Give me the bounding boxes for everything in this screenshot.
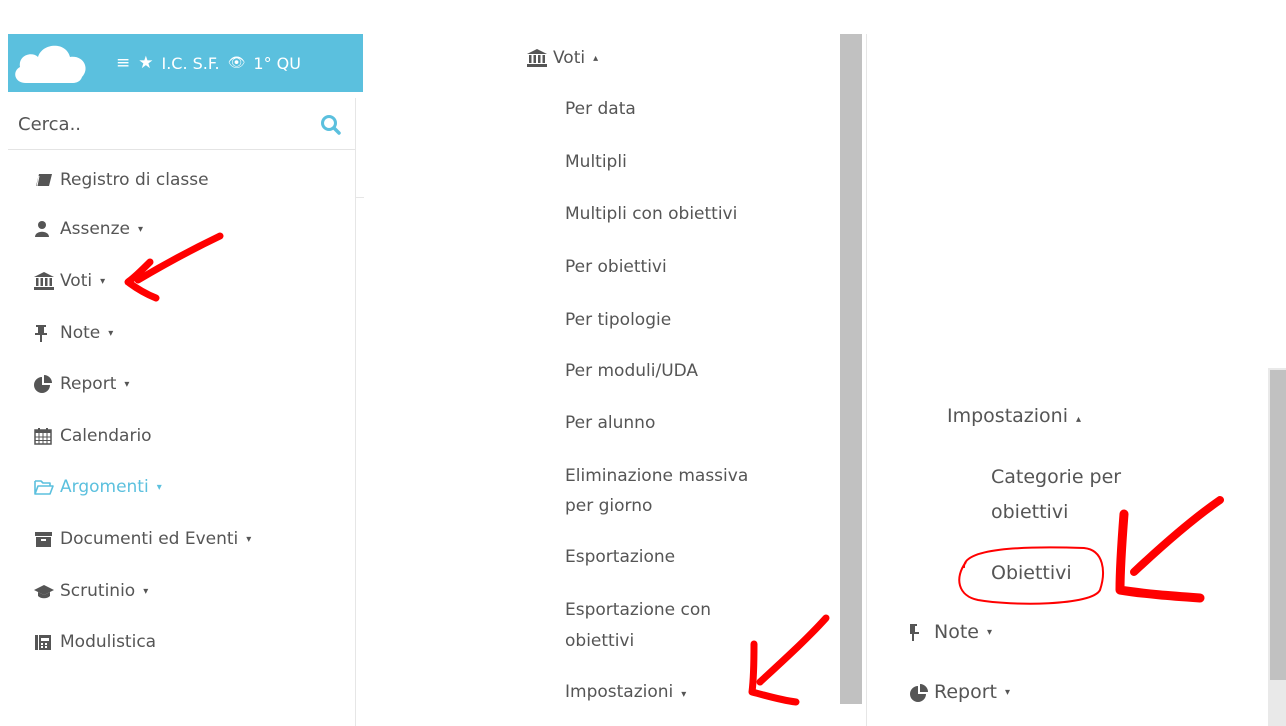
star-icon[interactable]: ★ — [138, 53, 153, 73]
sidebar-item-registro[interactable]: Registro di classe — [34, 165, 209, 195]
eye-icon[interactable]: 👁 — [228, 55, 246, 71]
submenu-item-impostazioni[interactable]: Impostazioni ▾ — [565, 676, 686, 711]
pin-icon — [35, 325, 47, 342]
sidebar-item-label: Calendario — [60, 426, 152, 446]
submenu-item-categorie-line2[interactable]: obiettivi — [991, 494, 1068, 530]
sidebar-item-label: Report — [934, 681, 997, 703]
sidebar-item-argomenti[interactable]: Argomenti ▾ — [34, 472, 162, 502]
sidebar-item-label: Modulistica — [60, 632, 157, 652]
sidebar-divider — [355, 98, 356, 726]
sidebar-item-label: Registro di classe — [60, 170, 209, 190]
submenu-item-multipli-obiettivi[interactable]: Multipli con obiettivi — [565, 198, 737, 230]
scrollbar-thumb[interactable] — [840, 34, 862, 704]
hamburger-menu-icon[interactable]: ≡ — [116, 53, 130, 73]
submenu-item-per-data[interactable]: Per data — [565, 93, 636, 125]
sidebar-item-report[interactable]: Report ▾ — [34, 369, 129, 399]
sidebar-item-note[interactable]: Note ▾ — [910, 616, 992, 648]
caret-down-icon: ▾ — [124, 378, 130, 390]
search-box — [8, 98, 356, 150]
submenu-item-multipli[interactable]: Multipli — [565, 146, 627, 178]
pie-chart-icon — [910, 684, 928, 702]
panel-divider — [866, 34, 867, 726]
top-navbar: ≡ ★ I.C. S.F. 👁 1° QU — [8, 34, 363, 92]
submenu-item-obiettivi[interactable]: Obiettivi — [991, 555, 1072, 591]
caret-down-icon: ▾ — [137, 223, 143, 235]
caret-up-icon: ▴ — [1076, 414, 1082, 425]
caret-down-icon: ▾ — [143, 585, 149, 597]
graduation-cap-icon — [34, 585, 54, 599]
submenu-item-per-tipologie[interactable]: Per tipologie — [565, 304, 671, 336]
pie-chart-icon — [34, 375, 52, 393]
submenu-item-categorie-line1[interactable]: Categorie per — [991, 459, 1121, 495]
search-input[interactable] — [18, 108, 308, 140]
submenu-item-esportazione-obiettivi-line1[interactable]: Esportazione con — [565, 594, 711, 626]
sidebar-item-report[interactable]: Report ▾ — [910, 676, 1010, 708]
sidebar-item-modulistica[interactable]: Modulistica — [34, 627, 156, 657]
red-arrow-annotation-impostazioni — [748, 614, 830, 706]
sidebar-item-label: Documenti ed Eventi — [60, 529, 239, 549]
cloud-logo-icon[interactable] — [12, 41, 90, 85]
red-arrow-annotation-obiettivi — [1115, 496, 1224, 603]
sidebar-item-label: Note — [60, 323, 101, 343]
caret-down-icon: ▾ — [246, 533, 252, 545]
submenu-item-per-moduli[interactable]: Per moduli/UDA — [565, 355, 698, 387]
sidebar-item-calendario[interactable]: Calendario — [34, 421, 152, 451]
pin-icon — [910, 624, 919, 641]
caret-down-icon: ▾ — [1004, 686, 1011, 698]
submenu-item-per-obiettivi[interactable]: Per obiettivi — [565, 251, 667, 283]
school-name[interactable]: I.C. S.F. — [162, 54, 220, 73]
book-icon — [36, 174, 52, 187]
sidebar-item-label: Voti — [60, 271, 93, 291]
scrollbar-thumb[interactable] — [1270, 370, 1286, 680]
submenu-item-label: Impostazioni — [565, 682, 674, 702]
caret-down-icon: ▾ — [986, 626, 993, 638]
submenu-item-esportazione[interactable]: Esportazione — [565, 541, 675, 573]
sidebar-item-label: Assenze — [60, 219, 130, 239]
period-selector[interactable]: 1° QU — [253, 54, 301, 73]
calendar-icon — [34, 428, 52, 445]
caret-up-icon: ▴ — [593, 52, 599, 64]
sidebar-item-documenti[interactable]: Documenti ed Eventi ▾ — [34, 524, 251, 554]
archive-icon — [35, 532, 52, 547]
user-icon — [35, 221, 49, 237]
folder-open-icon — [34, 480, 54, 495]
caret-down-icon: ▾ — [156, 481, 162, 493]
submenu-header-impostazioni[interactable]: Impostazioni ▴ — [947, 400, 1081, 436]
submenu-item-esportazione-obiettivi-line2[interactable]: obiettivi — [565, 625, 634, 657]
content-divider — [356, 197, 364, 198]
submenu-item-per-alunno[interactable]: Per alunno — [565, 407, 655, 439]
caret-down-icon: ▾ — [681, 689, 687, 700]
forms-icon — [35, 635, 51, 650]
bank-icon — [527, 49, 547, 67]
sidebar-item-label: Report — [60, 374, 117, 394]
submenu-header-label: Impostazioni — [947, 405, 1068, 427]
sidebar-item-voti[interactable]: Voti ▾ — [34, 266, 105, 296]
sidebar-item-assenze[interactable]: Assenze ▾ — [34, 214, 143, 244]
sidebar-item-label: Argomenti — [60, 477, 149, 497]
submenu-header-label: Voti — [553, 48, 586, 68]
caret-down-icon: ▾ — [100, 275, 106, 287]
submenu-header-voti[interactable]: Voti ▴ — [527, 43, 598, 73]
sidebar-item-scrutinio[interactable]: Scrutinio ▾ — [34, 576, 148, 606]
sidebar-item-note[interactable]: Note ▾ — [34, 318, 113, 348]
sidebar-item-label: Scrutinio — [60, 581, 136, 601]
sidebar-item-label: Note — [934, 621, 979, 643]
bank-icon — [34, 272, 54, 290]
submenu-item-eliminazione-line2[interactable]: per giorno — [565, 490, 652, 522]
submenu-item-eliminazione-line1[interactable]: Eliminazione massiva — [565, 460, 748, 492]
search-icon[interactable] — [318, 112, 344, 138]
caret-down-icon: ▾ — [108, 327, 114, 339]
